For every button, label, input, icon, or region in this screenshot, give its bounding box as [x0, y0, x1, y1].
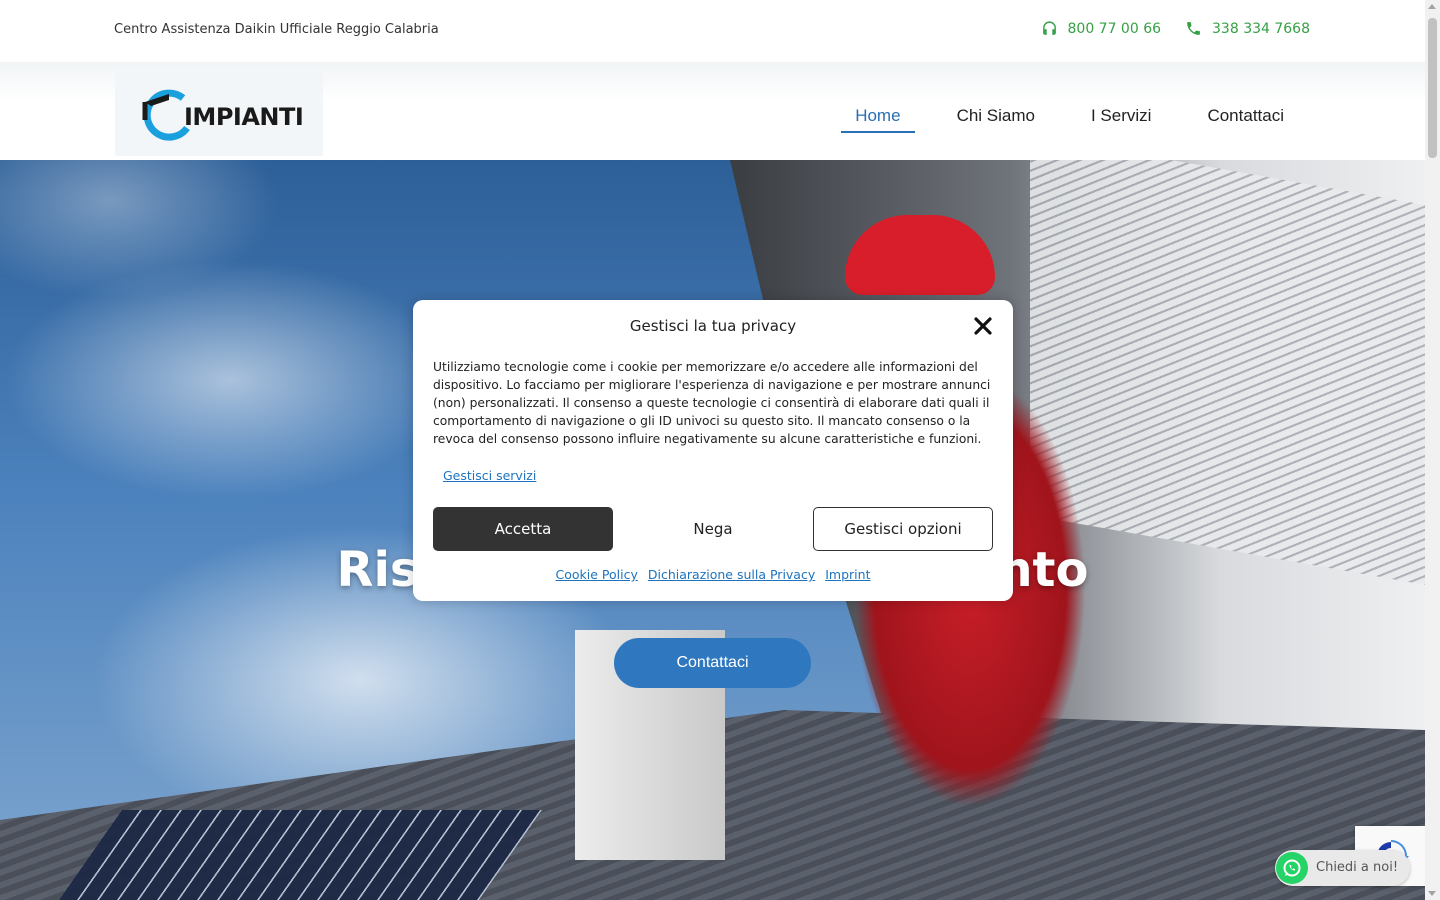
- close-icon[interactable]: [973, 316, 993, 336]
- manage-options-button[interactable]: Gestisci opzioni: [813, 507, 993, 551]
- top-info-bar: Centro Assistenza Daikin Ufficiale Reggi…: [0, 0, 1425, 62]
- whatsapp-label: Chiedi a noi!: [1316, 860, 1399, 875]
- deny-button[interactable]: Nega: [623, 507, 803, 551]
- phone-icon: [1187, 22, 1200, 35]
- hero-image-solar-panels: [37, 810, 543, 900]
- manage-services-link[interactable]: Gestisci servizi: [443, 468, 536, 483]
- dialog-body-text: Utilizziamo tecnologie come i cookie per…: [433, 360, 991, 446]
- scrollbar-thumb[interactable]: [1428, 18, 1437, 158]
- hero-contact-button[interactable]: Contattaci: [614, 638, 811, 688]
- mobile-phone[interactable]: 338 334 7668: [1185, 20, 1310, 37]
- mobile-number[interactable]: 338 334 7668: [1212, 21, 1310, 37]
- privacy-statement-link[interactable]: Dichiarazione sulla Privacy: [648, 567, 815, 582]
- nav-item-chi-siamo[interactable]: Chi Siamo: [943, 106, 1049, 133]
- main-navigation: Home Chi Siamo I Servizi Contattaci: [813, 106, 1298, 133]
- accept-button[interactable]: Accetta: [433, 507, 613, 551]
- dialog-title: Gestisci la tua privacy: [629, 317, 797, 335]
- nav-item-contattaci[interactable]: Contattaci: [1193, 106, 1298, 133]
- toll-free-number[interactable]: 800 77 00 66: [1068, 21, 1162, 37]
- whatsapp-chat-button[interactable]: Chiedi a noi!: [1275, 850, 1410, 886]
- phone-contacts: 800 77 00 66 338 334 7668: [1041, 20, 1310, 37]
- cookie-policy-link[interactable]: Cookie Policy: [556, 567, 638, 582]
- site-header: IMPIANTI Home Chi Siamo I Servizi Contat…: [0, 62, 1425, 160]
- logo-text: IMPIANTI: [184, 103, 304, 131]
- site-logo[interactable]: IMPIANTI: [115, 70, 323, 156]
- page-scrollbar[interactable]: [1425, 0, 1440, 900]
- service-center-text: Centro Assistenza Daikin Ufficiale Reggi…: [114, 22, 439, 37]
- nav-item-servizi[interactable]: I Servizi: [1077, 106, 1165, 133]
- scroll-up-arrow-icon[interactable]: [1428, 4, 1436, 9]
- toll-free-phone[interactable]: 800 77 00 66: [1041, 20, 1162, 37]
- scroll-down-arrow-icon[interactable]: [1428, 891, 1436, 896]
- headset-icon: [1042, 21, 1056, 35]
- policy-links: Cookie Policy Dichiarazione sulla Privac…: [413, 567, 1013, 582]
- imprint-link[interactable]: Imprint: [825, 567, 870, 582]
- nav-item-home[interactable]: Home: [841, 106, 915, 133]
- cookie-consent-dialog: Gestisci la tua privacy Utilizziamo tecn…: [413, 300, 1013, 601]
- whatsapp-icon: [1276, 852, 1308, 884]
